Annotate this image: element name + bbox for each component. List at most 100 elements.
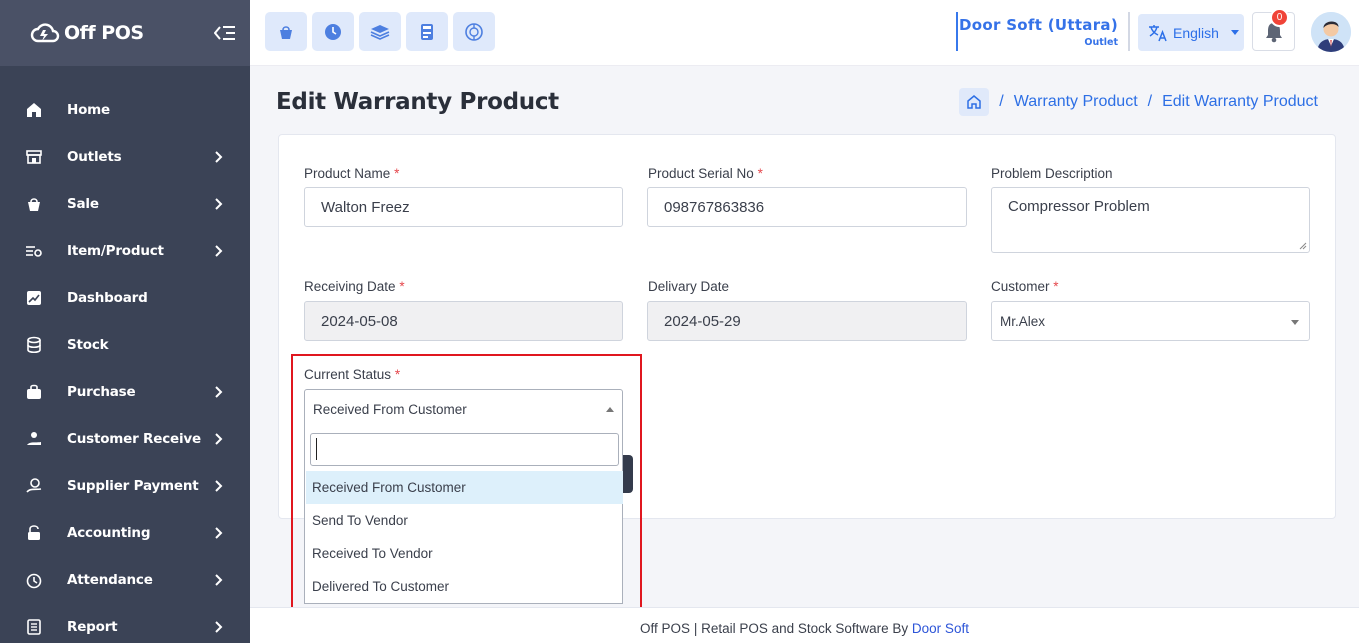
delivery-date-input[interactable]: 2024-05-29 (647, 301, 967, 341)
quick-globe-button[interactable] (453, 12, 495, 51)
input-value: 2024-05-08 (321, 312, 398, 330)
status-option-received-to-vendor[interactable]: Received To Vendor (306, 537, 623, 570)
chevron-right-icon (215, 526, 223, 539)
chevron-right-icon (215, 432, 223, 445)
sidebar-item-label: Item/Product (67, 242, 164, 259)
clock-icon (24, 570, 44, 590)
status-dropdown-panel: Received From Customer Send To Vendor Re… (304, 428, 623, 604)
sidebar-item-label: Stock (67, 336, 109, 353)
breadcrumb-separator: / (999, 93, 1004, 110)
delivery-date-label: Delivary Date (648, 279, 729, 294)
list-tag-icon (24, 241, 44, 261)
textarea-value: Compressor Problem (1008, 198, 1150, 215)
sidebar-collapse-icon[interactable] (214, 23, 236, 43)
report-icon (24, 617, 44, 637)
topbar: Door Soft (Uttara) Outlet English 0 (250, 0, 1359, 66)
select-value: Received From Customer (313, 401, 467, 417)
payment-icon (24, 476, 44, 496)
caret-down-icon (1291, 320, 1299, 325)
hand-coin-icon (24, 429, 44, 449)
app-logo[interactable]: Off POS (30, 21, 144, 45)
sidebar-item-purchase[interactable]: Purchase (0, 368, 250, 415)
label-text: Product Serial No (648, 166, 754, 181)
label-text: Delivary Date (648, 279, 730, 294)
sidebar-item-outlets[interactable]: Outlets (0, 133, 250, 180)
sidebar-item-label: Customer Receive (67, 430, 201, 447)
outlet-name: Door Soft (Uttara) (959, 16, 1118, 34)
page-title: Edit Warranty Product (276, 89, 559, 115)
sidebar: Off POS Home Outlets Sale Item/Product D… (0, 0, 250, 643)
calculator-icon (421, 23, 433, 40)
language-label: English (1173, 24, 1219, 41)
sidebar-item-stock[interactable]: Stock (0, 321, 250, 368)
sidebar-item-report[interactable]: Report (0, 603, 250, 643)
chart-icon (24, 288, 44, 308)
bag-icon (24, 382, 44, 402)
select-value: Mr.Alex (1000, 313, 1046, 329)
breadcrumb-warranty-product[interactable]: Warranty Product (1014, 93, 1138, 111)
product-name-label: Product Name * (304, 166, 399, 181)
receiving-date-input[interactable]: 2024-05-08 (304, 301, 623, 341)
sidebar-item-item-product[interactable]: Item/Product (0, 227, 250, 274)
sidebar-item-label: Dashboard (67, 289, 148, 306)
current-status-select[interactable]: Received From Customer (304, 389, 623, 429)
status-option-received-from-customer[interactable]: Received From Customer (306, 471, 623, 504)
required-mark: * (1053, 279, 1059, 294)
sidebar-item-label: Sale (67, 195, 99, 212)
required-mark: * (394, 367, 401, 382)
product-name-input[interactable]: Walton Freez (304, 187, 623, 227)
layers-icon (370, 24, 390, 40)
outlet-subtitle: Outlet (1084, 37, 1118, 48)
footer-brand-link[interactable]: Door Soft (912, 621, 969, 636)
chevron-right-icon (215, 573, 223, 586)
sidebar-item-label: Supplier Payment (67, 477, 199, 494)
sidebar-item-label: Attendance (67, 571, 153, 588)
sidebar-item-label: Home (67, 101, 110, 118)
home-icon (24, 100, 44, 120)
input-value: 098767863836 (664, 198, 765, 216)
caret-up-icon (606, 407, 614, 412)
sidebar-item-customer-receive[interactable]: Customer Receive (0, 415, 250, 462)
customer-select[interactable]: Mr.Alex (991, 301, 1310, 341)
basket-icon (24, 194, 44, 214)
input-value: 2024-05-29 (664, 312, 741, 330)
status-search-input[interactable] (310, 433, 619, 466)
breadcrumb-home[interactable] (959, 88, 990, 116)
sidebar-item-dashboard[interactable]: Dashboard (0, 274, 250, 321)
status-option-delivered-to-customer[interactable]: Delivered To Customer (306, 570, 623, 603)
clock-icon (325, 23, 341, 40)
caret-down-icon (1230, 30, 1239, 35)
sidebar-item-label: Accounting (67, 524, 151, 541)
chevron-right-icon (215, 385, 223, 398)
problem-description-textarea[interactable]: Compressor Problem (991, 187, 1310, 253)
app-logo-text: Off POS (64, 22, 144, 44)
outlet-selector[interactable]: Door Soft (Uttara) Outlet (956, 12, 1130, 51)
problem-description-label: Problem Description (991, 166, 1113, 181)
sidebar-item-accounting[interactable]: Accounting (0, 509, 250, 556)
quick-pos-button[interactable] (265, 12, 307, 51)
status-option-send-to-vendor[interactable]: Send To Vendor (306, 504, 623, 537)
chevron-right-icon (215, 150, 223, 163)
chevron-right-icon (215, 620, 223, 633)
translate-icon (1149, 24, 1167, 41)
language-dropdown[interactable]: English (1138, 14, 1244, 51)
quick-layers-button[interactable] (359, 12, 401, 51)
serial-no-label: Product Serial No * (648, 166, 763, 181)
chevron-right-icon (215, 244, 223, 257)
sidebar-item-home[interactable]: Home (0, 86, 250, 133)
notification-badge: 0 (1270, 8, 1289, 27)
label-text: Problem Description (991, 166, 1113, 181)
required-mark: * (394, 166, 400, 181)
store-icon (24, 147, 44, 167)
user-avatar[interactable] (1311, 12, 1351, 52)
cloud-logo-icon (30, 23, 60, 43)
resize-handle-icon[interactable] (1299, 242, 1307, 250)
globe-icon (465, 22, 483, 41)
quick-calculator-button[interactable] (406, 12, 448, 51)
sidebar-item-attendance[interactable]: Attendance (0, 556, 250, 603)
label-text: Current Status (304, 367, 392, 382)
serial-no-input[interactable]: 098767863836 (647, 187, 967, 227)
sidebar-item-sale[interactable]: Sale (0, 180, 250, 227)
sidebar-item-supplier-payment[interactable]: Supplier Payment (0, 462, 250, 509)
quick-clock-button[interactable] (312, 12, 354, 51)
